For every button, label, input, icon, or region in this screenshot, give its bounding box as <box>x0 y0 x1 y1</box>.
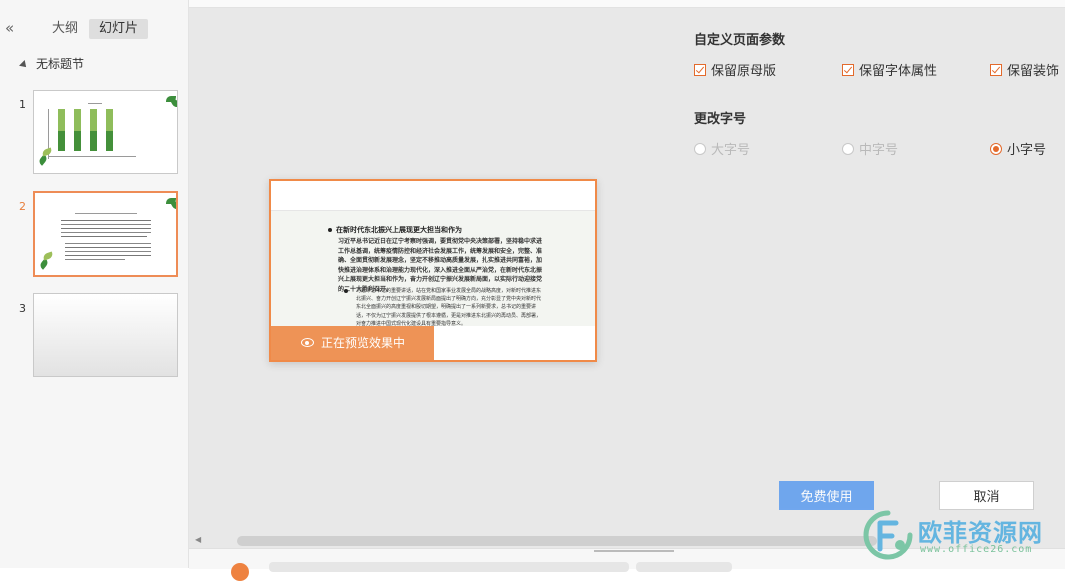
cancel-button[interactable]: 取消 <box>939 481 1034 510</box>
radio-selected-icon[interactable] <box>990 143 1002 155</box>
status-bar-segment <box>269 562 629 572</box>
leaf-decoration-icon <box>42 251 54 261</box>
horizontal-scrollbar[interactable]: ◀ <box>195 535 877 546</box>
radio-icon[interactable] <box>694 143 706 155</box>
chart-bar <box>106 109 113 151</box>
custom-params-title: 自定义页面参数 <box>694 33 786 48</box>
preview-header <box>271 181 595 211</box>
slide-number: 2 <box>19 200 26 213</box>
large-font-radio[interactable]: 大字号 <box>694 139 750 158</box>
slide-number: 3 <box>19 302 26 315</box>
tab-slides[interactable]: 幻灯片 <box>89 19 149 39</box>
checkbox-checked-icon[interactable] <box>990 64 1002 76</box>
radio-label: 小字号 <box>1007 143 1047 158</box>
collapse-sidebar-icon[interactable]: « <box>5 19 14 37</box>
checkbox-checked-icon[interactable] <box>842 64 854 76</box>
checkbox-checked-icon[interactable] <box>694 64 706 76</box>
status-bar-segment <box>636 562 732 572</box>
preview-paragraph: 习近平总书记近日在辽宁考察时强调，要贯彻党中央决策部署，坚持稳中求进工作总基调，… <box>338 238 543 293</box>
checkbox-label: 保留字体属性 <box>859 64 938 79</box>
leaf-decoration-icon <box>169 97 177 109</box>
slide-thumbnail-2[interactable] <box>33 191 178 277</box>
checkbox-label: 保留原母版 <box>711 64 777 79</box>
keep-font-attributes-checkbox[interactable]: 保留字体属性 <box>842 60 937 79</box>
section-header[interactable]: 无标题节 <box>19 55 85 72</box>
divider <box>594 550 674 552</box>
status-label: 正在预览效果中 <box>321 336 406 350</box>
scrollbar-thumb[interactable] <box>237 536 877 546</box>
keep-master-checkbox[interactable]: 保留原母版 <box>694 60 776 79</box>
radio-icon[interactable] <box>842 143 854 155</box>
keep-decoration-checkbox[interactable]: 保留装饰 <box>990 60 1059 79</box>
chart-bar <box>90 109 97 151</box>
section-title: 无标题节 <box>36 57 85 71</box>
app-logo-icon <box>231 563 249 581</box>
font-size-title: 更改字号 <box>694 112 747 127</box>
medium-font-radio[interactable]: 中字号 <box>842 139 898 158</box>
slide-preview-card: 在新时代东北振兴上展现更大担当和作为 习近平总书记近日在辽宁考察时强调，要贯彻党… <box>269 179 597 362</box>
preview-footer: 正在预览效果中 <box>271 326 595 360</box>
tab-outline[interactable]: 大纲 <box>42 19 88 39</box>
slides-sidebar: « 大纲 幻灯片 无标题节 1 2 3 <box>0 0 189 568</box>
radio-label: 中字号 <box>859 143 899 158</box>
free-use-button[interactable]: 免费使用 <box>779 481 874 510</box>
chart-bar <box>58 109 65 151</box>
eye-icon <box>301 338 314 347</box>
slide-thumbnail-3[interactable] <box>33 293 178 377</box>
radio-label: 大字号 <box>711 143 751 158</box>
chart-bar <box>74 109 81 151</box>
preview-area: 在新时代东北振兴上展现更大担当和作为 习近平总书记近日在辽宁考察时强调，要贯彻党… <box>189 0 1065 568</box>
expand-triangle-icon[interactable] <box>19 59 29 70</box>
small-font-radio[interactable]: 小字号 <box>990 139 1046 158</box>
checkbox-label: 保留装饰 <box>1007 64 1060 79</box>
scroll-left-arrow-icon[interactable]: ◀ <box>195 535 201 544</box>
preview-title: 在新时代东北振兴上展现更大担当和作为 <box>328 225 462 235</box>
top-bar <box>189 0 1065 8</box>
preview-sub-paragraph: 习近平总书记的重要讲话，站在党和国家事业发展全局的战略高度，对新时代推进东北振兴… <box>344 288 542 327</box>
slide-number: 1 <box>19 98 26 111</box>
slide-thumbnail-1[interactable] <box>33 90 178 174</box>
leaf-decoration-icon <box>169 199 176 211</box>
bottom-bar <box>189 548 1065 581</box>
previewing-status-badge: 正在预览效果中 <box>271 326 434 360</box>
